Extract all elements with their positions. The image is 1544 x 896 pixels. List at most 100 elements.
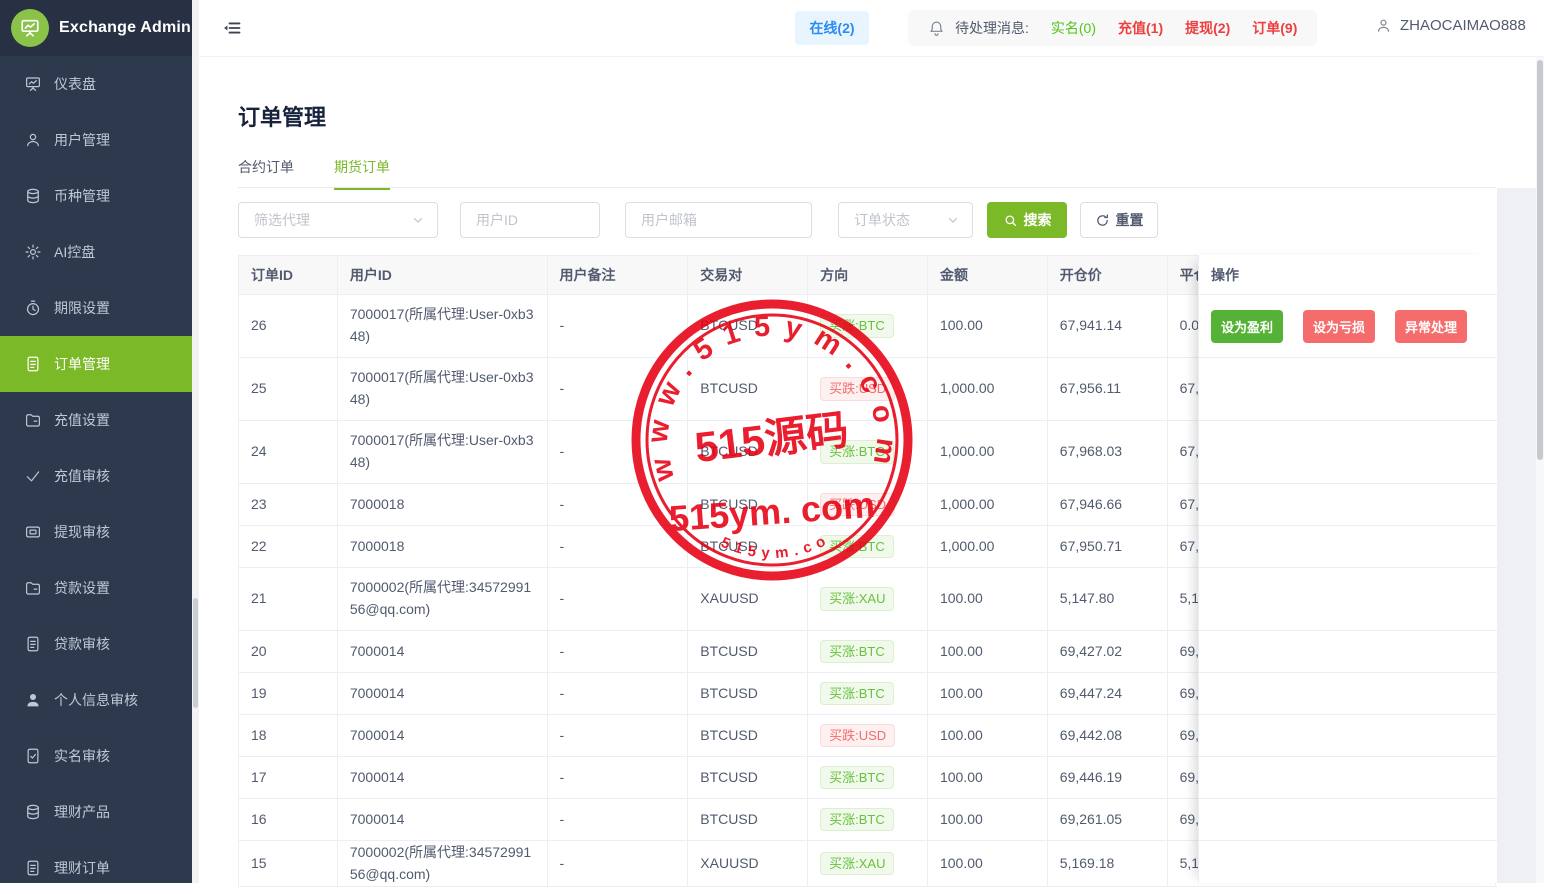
amount-cell: 100.00 <box>928 673 1048 715</box>
user-icon <box>1375 17 1392 34</box>
direction-badge: 买涨:BTC <box>820 808 894 832</box>
order-id-cell: 17 <box>239 757 338 799</box>
sidebar-item-deposit-review[interactable]: 充值审核 <box>0 448 192 504</box>
set-loss-button[interactable]: 设为亏损 <box>1303 310 1375 343</box>
column-header: 方向 <box>808 256 928 295</box>
pair-cell: BTCUSD <box>688 799 808 841</box>
wealth-orders-icon <box>24 859 42 877</box>
remark-cell: - <box>548 841 689 887</box>
pending-messages: 待处理消息: 实名(0) 充值(1) 提现(2) 订单(9) <box>908 10 1317 46</box>
user-id-cell: 7000014 <box>338 757 548 799</box>
sidebar-item-label: AI控盘 <box>54 242 95 262</box>
loan-review-icon <box>24 635 42 653</box>
sidebar-item-label: 实名审核 <box>54 746 110 766</box>
actions-row <box>1199 526 1497 568</box>
notify-item[interactable]: 实名(0) <box>1051 20 1096 36</box>
current-user[interactable]: ZHAOCAIMAO888 <box>1375 17 1526 34</box>
pair-cell: BTCUSD <box>688 715 808 757</box>
brand-logo-icon <box>11 9 49 47</box>
user-id-cell: 7000014 <box>338 631 548 673</box>
sidebar-item-label: 订单管理 <box>54 354 110 374</box>
actions-row <box>1199 757 1497 799</box>
order-status-placeholder: 订单状态 <box>854 210 910 230</box>
sidebar-item-deposit-settings[interactable]: 充值设置 <box>0 392 192 448</box>
order-status-select[interactable]: 订单状态 <box>838 202 973 238</box>
agent-filter-select[interactable]: 筛选代理 <box>238 202 438 238</box>
tab-contract-orders[interactable]: 合约订单 <box>238 157 294 190</box>
order-tabs: 合约订单 期货订单 <box>238 157 390 190</box>
notify-item[interactable]: 提现(2) <box>1185 20 1230 36</box>
page-scrollbar[interactable] <box>1536 57 1544 883</box>
order-management-icon <box>24 355 42 373</box>
user-id-cell: 7000018 <box>338 526 548 568</box>
open-price-cell: 67,941.14 <box>1048 295 1168 358</box>
remark-cell: - <box>548 568 689 631</box>
amount-cell: 1,000.00 <box>928 526 1048 568</box>
sidebar-item-users[interactable]: 用户管理 <box>0 112 192 168</box>
sidebar-collapse-icon[interactable] <box>222 18 242 38</box>
amount-cell: 1,000.00 <box>928 421 1048 484</box>
sidebar-item-period-settings[interactable]: 期限设置 <box>0 280 192 336</box>
sidebar-item-kyc-review[interactable]: 实名审核 <box>0 728 192 784</box>
amount-cell: 100.00 <box>928 799 1048 841</box>
actions-row <box>1199 673 1497 715</box>
direction-cell: 买涨:XAU <box>808 568 928 631</box>
pending-messages-label: 待处理消息: <box>955 18 1029 38</box>
actions-row <box>1199 799 1497 841</box>
sidebar-scrollbar-thumb[interactable] <box>193 598 198 708</box>
sidebar-item-loan-settings[interactable]: 贷款设置 <box>0 560 192 616</box>
actions-row <box>1199 631 1497 673</box>
sidebar-item-ai-control[interactable]: AI控盘 <box>0 224 192 280</box>
direction-cell: 买跌:USD <box>808 358 928 421</box>
direction-badge: 买涨:BTC <box>820 314 894 338</box>
user-id-input[interactable] <box>460 202 600 238</box>
column-header: 开仓价 <box>1048 256 1168 295</box>
sidebar-item-profile-review[interactable]: 个人信息审核 <box>0 672 192 728</box>
set-profit-button[interactable]: 设为盈利 <box>1211 310 1283 343</box>
filter-bar: 筛选代理 订单状态 搜索 重置 <box>238 202 1496 238</box>
sidebar-item-label: 理财产品 <box>54 802 110 822</box>
direction-cell: 买涨:BTC <box>808 631 928 673</box>
sidebar-item-coins[interactable]: 币种管理 <box>0 168 192 224</box>
pair-cell: BTCUSD <box>688 673 808 715</box>
sidebar-item-order-management[interactable]: 订单管理 <box>0 336 192 392</box>
sidebar-item-dashboard[interactable]: 仪表盘 <box>0 56 192 112</box>
sidebar-item-wealth-orders[interactable]: 理财订单 <box>0 840 192 896</box>
amount-cell: 100.00 <box>928 568 1048 631</box>
brand: Exchange Admin <box>0 0 192 56</box>
actions-row <box>1199 484 1497 526</box>
pair-cell: BTCUSD <box>688 757 808 799</box>
user-id-cell: 7000017(所属代理:User-0xb348) <box>338 295 548 358</box>
user-id-cell: 7000014 <box>338 799 548 841</box>
sidebar-item-loan-review[interactable]: 贷款审核 <box>0 616 192 672</box>
sidebar-item-label: 贷款审核 <box>54 634 110 654</box>
search-button[interactable]: 搜索 <box>987 202 1067 238</box>
ai-control-icon <box>24 243 42 261</box>
direction-badge: 买涨:BTC <box>820 440 894 464</box>
page-scrollbar-thumb[interactable] <box>1537 60 1543 460</box>
search-icon <box>1003 213 1018 228</box>
online-badge[interactable]: 在线(2) <box>795 11 869 45</box>
open-price-cell: 69,427.02 <box>1048 631 1168 673</box>
remark-cell: - <box>548 295 689 358</box>
reset-button[interactable]: 重置 <box>1080 202 1158 238</box>
abnormal-handle-button[interactable]: 异常处理 <box>1395 310 1467 343</box>
remark-cell: - <box>548 715 689 757</box>
sidebar-item-wealth-products[interactable]: 理财产品 <box>0 784 192 840</box>
actions-row <box>1199 841 1497 887</box>
pair-cell: BTCUSD <box>688 295 808 358</box>
tab-futures-orders[interactable]: 期货订单 <box>334 157 390 190</box>
open-price-cell: 69,442.08 <box>1048 715 1168 757</box>
user-id-cell: 7000018 <box>338 484 548 526</box>
direction-badge: 买涨:XAU <box>820 587 894 611</box>
sidebar-item-withdraw-review[interactable]: 提现审核 <box>0 504 192 560</box>
amount-cell: 1,000.00 <box>928 484 1048 526</box>
user-email-input[interactable] <box>625 202 812 238</box>
open-price-cell: 69,261.05 <box>1048 799 1168 841</box>
notify-item[interactable]: 充值(1) <box>1118 20 1163 36</box>
sidebar-scrollbar[interactable] <box>192 0 199 883</box>
sidebar-item-label: 仪表盘 <box>54 74 96 94</box>
notify-item[interactable]: 订单(9) <box>1252 20 1297 36</box>
amount-cell: 1,000.00 <box>928 358 1048 421</box>
order-id-cell: 21 <box>239 568 338 631</box>
